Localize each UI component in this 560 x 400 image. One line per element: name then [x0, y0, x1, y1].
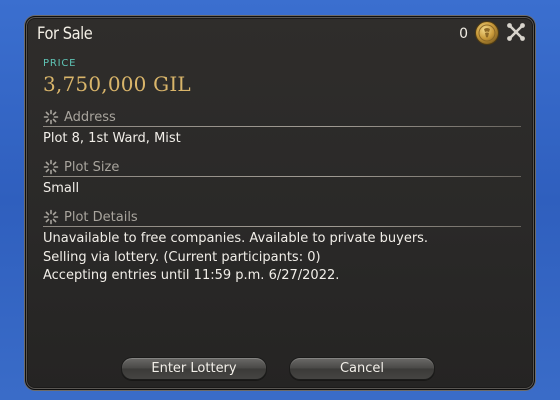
plot-details-label: Plot Details — [64, 209, 138, 225]
section-marker-icon — [43, 109, 59, 125]
enter-lottery-button[interactable]: Enter Lottery — [121, 357, 267, 380]
divider — [43, 176, 521, 177]
address-value: Plot 8, 1st Ward, Mist — [43, 131, 181, 146]
price-value: 3,750,000 GIL — [43, 72, 191, 96]
section-marker-icon — [43, 209, 59, 225]
divider — [43, 226, 521, 227]
cancel-button[interactable]: Cancel — [289, 357, 435, 380]
section-marker-icon — [43, 159, 59, 175]
address-header: Address — [43, 108, 116, 126]
plot-details-line: Selling via lottery. (Current participan… — [43, 250, 321, 265]
plot-details-line: Accepting entries until 11:59 p.m. 6/27/… — [43, 268, 340, 283]
price-label: PRICE — [43, 58, 77, 69]
plot-size-header: Plot Size — [43, 158, 119, 176]
plot-details-header: Plot Details — [43, 208, 138, 226]
window-title: For Sale — [37, 24, 93, 44]
for-sale-window: For Sale 0 PRICE 3,750,000 GIL Address P… — [25, 16, 535, 390]
gold-coin-icon[interactable] — [474, 20, 500, 46]
coin-count: 0 — [459, 26, 468, 42]
window-titlebar[interactable]: For Sale 0 — [26, 17, 534, 53]
close-icon[interactable] — [505, 21, 527, 43]
plot-size-value: Small — [43, 181, 80, 196]
address-label: Address — [64, 109, 116, 125]
divider — [43, 126, 521, 127]
plot-details-line: Unavailable to free companies. Available… — [43, 231, 429, 246]
plot-size-label: Plot Size — [64, 159, 120, 175]
